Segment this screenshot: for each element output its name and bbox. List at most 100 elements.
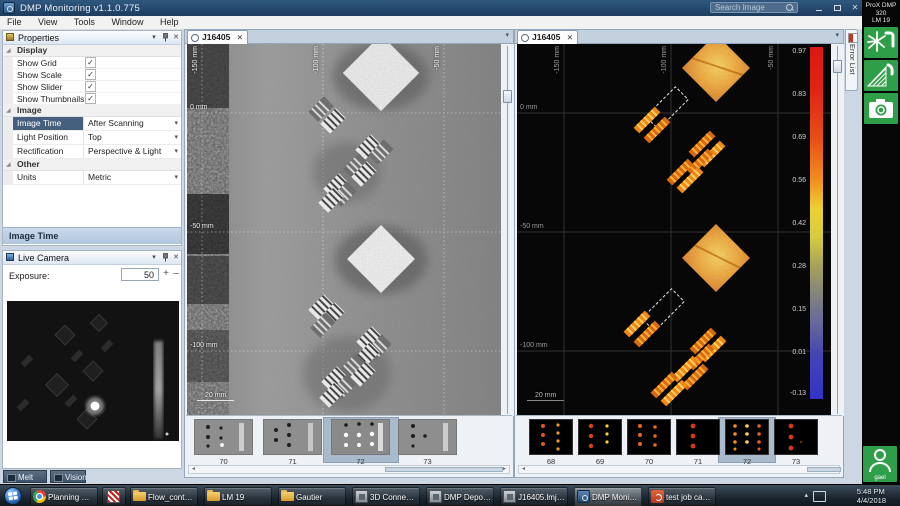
show-slider-checkbox[interactable]: ✓ — [85, 81, 96, 92]
row-show-slider: Show Slider ✓ — [3, 81, 181, 93]
exposure-decrease-button[interactable]: – — [171, 268, 181, 281]
show-thumbnails-checkbox[interactable]: ✓ — [85, 93, 96, 104]
image-doc-icon — [521, 34, 529, 42]
tray-monitor-icon[interactable] — [813, 491, 826, 502]
slider-handle[interactable] — [833, 60, 842, 73]
thumbnail-layer-71[interactable] — [263, 419, 322, 455]
tab-vision[interactable]: Vision — [50, 470, 87, 483]
live-camera-feed[interactable] — [7, 301, 179, 441]
thumbnail-layer-73[interactable] — [774, 419, 818, 455]
pane-options-icon[interactable]: ▾ — [505, 31, 509, 39]
laser-status-button[interactable] — [864, 27, 898, 58]
close-tab-icon[interactable]: ✕ — [237, 33, 243, 42]
menu-window[interactable]: Window — [104, 16, 150, 28]
menu-view[interactable]: View — [31, 16, 64, 28]
taskbar-item-3dconnect[interactable]: 3D Connect v1.0.0... — [352, 487, 420, 506]
taskbar-item-unlabeled[interactable] — [102, 487, 126, 506]
chevron-down-icon[interactable]: ▾ — [174, 173, 178, 181]
thumbnail-scrollbar-gray[interactable]: ◄ ► — [188, 465, 510, 474]
units-select[interactable]: Metric — [83, 171, 183, 184]
scroll-left-icon[interactable]: ◄ — [191, 466, 196, 473]
taskbar-item-j16405-lmj[interactable]: J16405.lmj - DMP ... — [500, 487, 568, 506]
pane-options-icon[interactable]: ▾ — [835, 31, 839, 39]
chevron-down-icon[interactable]: ▾ — [174, 133, 178, 141]
taskbar-clock[interactable]: 5:48 PM 4/4/2018 — [857, 487, 886, 505]
slider-handle[interactable] — [503, 90, 512, 103]
minimize-button[interactable] — [812, 2, 826, 13]
thumbnail-layer-69[interactable] — [578, 419, 622, 455]
show-scale-checkbox[interactable]: ✓ — [85, 69, 96, 80]
search-icon[interactable] — [786, 4, 793, 11]
colorbar-label: 0.42 — [792, 220, 806, 227]
tray-expand-icon[interactable]: ▴ — [804, 491, 808, 499]
colorbar-label: 0.83 — [792, 91, 806, 98]
menu-tools[interactable]: Tools — [67, 16, 102, 28]
camera-status-button[interactable] — [864, 93, 898, 124]
close-window-button[interactable]: ✕ — [848, 2, 862, 13]
chevron-down-icon[interactable]: ▾ — [174, 147, 178, 155]
menu-file[interactable]: File — [0, 16, 29, 28]
close-panel-icon[interactable]: ✕ — [171, 253, 181, 262]
thumbnail-layer-72[interactable] — [725, 419, 769, 455]
section-image[interactable]: ◢ Image — [3, 105, 181, 117]
section-other[interactable]: ◢ Other — [3, 159, 181, 171]
maximize-button[interactable] — [830, 2, 844, 13]
scrollbar-thumb[interactable] — [385, 467, 503, 472]
image-time-select[interactable]: After Scanning — [83, 117, 183, 130]
pin-icon[interactable] — [160, 253, 170, 262]
taskbar-item-dmp-monitoring[interactable]: DMP Monitoring ... — [574, 487, 642, 506]
row-rectification-mode: Rectification Mode Perspective & Light ▾ — [3, 145, 183, 169]
app-icon — [503, 490, 516, 503]
scan-image-heat[interactable] — [517, 34, 831, 416]
menu-help[interactable]: Help — [153, 16, 186, 28]
taskbar-item-planning[interactable]: Planning DMP En... — [30, 487, 98, 506]
thumbnail-layer-70[interactable] — [194, 419, 253, 455]
light-position-select[interactable]: Top — [83, 131, 183, 144]
scan-image-gray[interactable] — [187, 34, 501, 416]
dmp-monitoring-icon — [577, 490, 590, 503]
taskbar-item-flow-control[interactable]: Flow_control-FA... — [130, 487, 198, 506]
thumbnail-layer-72[interactable] — [331, 419, 390, 455]
recoater-status-button[interactable] — [864, 60, 898, 91]
chevron-down-icon[interactable]: ▾ — [174, 119, 178, 127]
user-button[interactable]: gael — [863, 446, 897, 482]
windows-logo-icon — [8, 491, 18, 501]
taskbar-item-lm19[interactable]: LM 19 — [204, 487, 272, 506]
taskbar-item-test-job-capture[interactable]: test job capture.p... — [648, 487, 716, 506]
thumbnail-layer-71[interactable] — [676, 419, 720, 455]
panel-menu-icon[interactable]: ▾ — [149, 253, 159, 262]
show-grid-checkbox[interactable]: ✓ — [85, 57, 96, 68]
app-icon — [429, 490, 442, 503]
scrollbar-thumb[interactable] — [807, 467, 841, 472]
live-camera-panel: Live Camera ▾ ✕ Exposure: 50 + – — [2, 250, 182, 469]
taskbar-item-dmp-deposition[interactable]: DMP Deposition -... — [426, 487, 494, 506]
error-list-tab[interactable]: Error List — [845, 29, 858, 91]
scroll-left-icon[interactable]: ◄ — [521, 466, 526, 473]
thumbnail-layer-70[interactable] — [627, 419, 671, 455]
image-time-label[interactable]: Image Time — [13, 117, 83, 130]
section-display[interactable]: ◢ Display — [3, 45, 181, 57]
search-input[interactable] — [710, 2, 798, 13]
tab-j16405-gray[interactable]: J16405 ✕ — [187, 30, 249, 44]
pin-icon[interactable] — [160, 33, 170, 42]
layer-slider-gray[interactable] — [501, 44, 514, 416]
melt-pool-icon — [7, 474, 16, 482]
taskbar-item-gautier[interactable]: Gautier — [278, 487, 346, 506]
close-tab-icon[interactable]: ✕ — [567, 33, 573, 42]
layer-slider-heat[interactable] — [831, 44, 844, 416]
thumbnail-layer-73[interactable] — [398, 419, 457, 455]
tab-melt-pool[interactable]: Melt Pool — [3, 470, 47, 495]
panel-menu-icon[interactable]: ▾ — [149, 33, 159, 42]
exposure-increase-button[interactable]: + — [161, 268, 171, 281]
rectification-mode-select[interactable]: Perspective & Light — [83, 145, 183, 158]
start-button[interactable] — [4, 487, 22, 505]
slider-track[interactable] — [837, 46, 838, 414]
powerpoint-icon — [651, 490, 664, 503]
exposure-input[interactable]: 50 — [121, 268, 159, 281]
chrome-icon — [33, 490, 46, 503]
thumbnail-scrollbar-heat[interactable]: ◄ ► — [518, 465, 841, 474]
thumbnail-layer-68[interactable] — [529, 419, 573, 455]
ruler-top-label: -100 mm — [313, 46, 320, 74]
close-panel-icon[interactable]: ✕ — [171, 33, 181, 42]
tab-j16405-heat[interactable]: J16405 ✕ — [517, 30, 579, 44]
